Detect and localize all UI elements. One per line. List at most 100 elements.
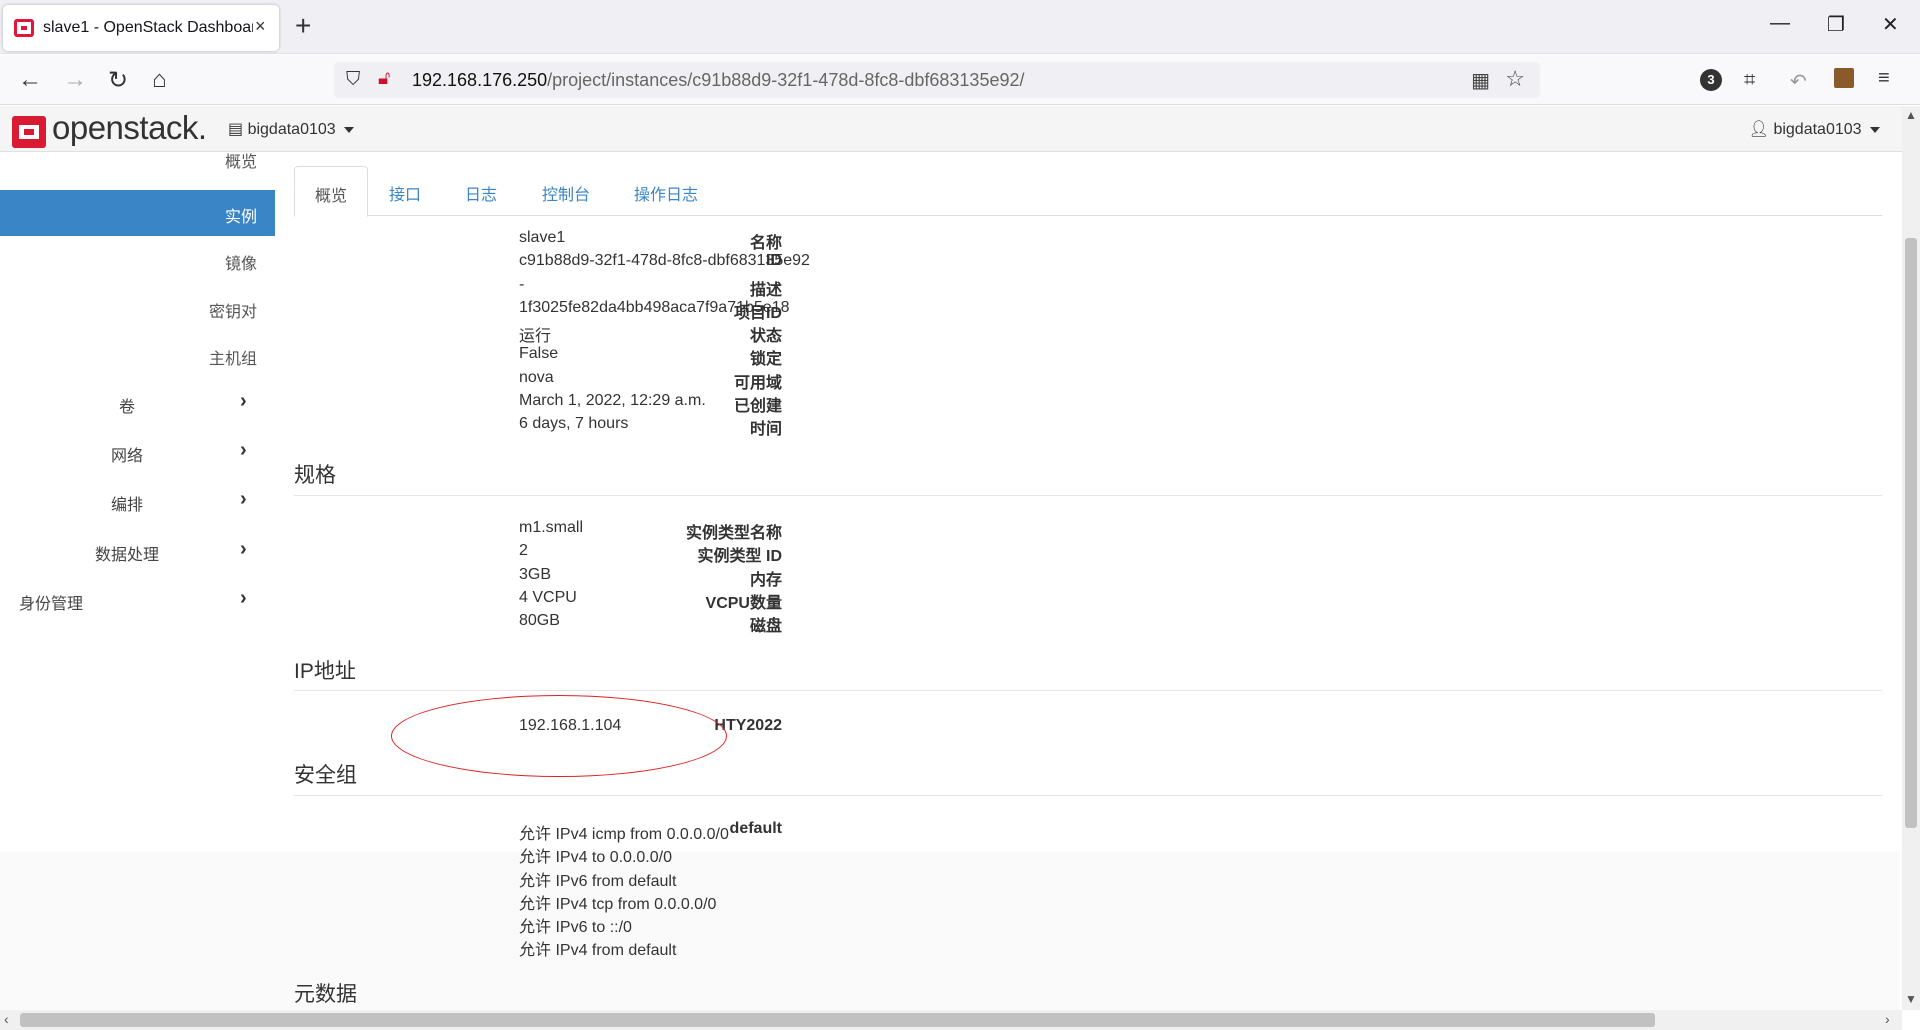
tab-overview[interactable]: 概览 [294,166,369,217]
detail-row: 实例类型名称 m1.small [294,519,1882,542]
reload-icon[interactable]: ↻ [108,66,128,95]
sidebar-group-data-processing[interactable]: 数据处理 › [0,529,275,573]
shield-icon[interactable]: ⛉ [346,69,360,91]
secgroup-rule: 允许 IPv4 icmp from 0.0.0.0/0 [519,826,729,843]
project-icon: ▤ [228,121,244,138]
detail-label: 磁盘 [749,618,782,635]
tab-interfaces[interactable]: 接口 [369,166,441,216]
sidebar-group-orchestration[interactable]: 编排 › [0,479,275,523]
close-window-button[interactable]: ✕ [1882,12,1899,37]
horizontal-scrollbar[interactable]: ‹ › [0,1010,1902,1030]
divider [294,795,1882,796]
sidebar-item-label: 密钥对 [208,304,257,321]
project-selector[interactable]: ▤ bigdata0103 [228,119,355,139]
bookmark-star-icon[interactable]: ☆ [1505,66,1525,92]
sidebar-group-identity[interactable]: 身份管理 › [0,578,275,622]
vertical-scrollbar[interactable]: ▲ ▼ [1902,106,1920,1010]
user-icon: 👤︎ [1748,121,1769,138]
detail-value: c91b88d9-32f1-478d-8fc8-dbf683135e92 [519,252,810,269]
detail-row: 已创建 March 1, 2022, 12:29 a.m. [294,392,1882,415]
new-tab-button[interactable]: + [295,10,311,42]
chevron-right-icon: › [240,488,247,510]
restore-button[interactable]: ❐ [1827,12,1845,37]
detail-row: 锁定 False [294,345,1882,368]
detail-row: 状态 运行 [294,322,1882,345]
detail-row: 内存 3GB [294,566,1882,589]
secgroup-rule: 允许 IPv4 to 0.0.0.0/0 [519,849,672,866]
detail-value: - [519,276,525,293]
home-icon[interactable]: ⌂ [152,66,167,94]
section-title-spec: 规格 [294,464,336,487]
detail-label: 锁定 [749,351,782,368]
detail-value: 运行 [519,328,552,345]
url-text[interactable]: 192.168.176.250/project/instances/c91b88… [412,70,1024,91]
minimize-button[interactable]: — [1770,12,1790,35]
menu-icon[interactable]: ≡ [1878,67,1890,90]
scroll-left-icon[interactable]: ‹ [4,1011,9,1027]
chevron-right-icon: › [240,587,247,609]
sidebar-group-volumes[interactable]: 卷 › [0,381,275,425]
detail-row: 描述 - [294,276,1882,299]
chevron-right-icon: › [240,439,247,461]
sidebar-item-label: 主机组 [208,351,257,368]
section-title-secgroup: 安全组 [294,764,357,787]
scroll-up-icon[interactable]: ▲ [1905,108,1917,122]
sidebar-group-label: 卷 [118,399,135,416]
forward-arrow-icon[interactable]: → [63,66,87,94]
detail-value: 1f3025fe82da4bb498aca7f9a71b5e18 [519,299,790,316]
detail-value: nova [519,369,554,386]
url-path: /project/instances/c91b88d9-32f1-478d-8f… [547,70,1025,90]
tab-log[interactable]: 日志 [445,166,517,216]
tab-action-log[interactable]: 操作日志 [614,166,718,216]
user-menu[interactable]: 👤︎ bigdata0103 [1749,119,1880,139]
sidebar-item-overview[interactable]: 概览 [0,142,275,182]
tab-console[interactable]: 控制台 [522,166,610,216]
back-arrow-icon[interactable]: ← [18,66,42,94]
detail-tabs: 概览 接口 日志 控制台 操作日志 [294,166,1882,217]
qr-code-icon[interactable]: ▦ [1471,68,1490,93]
extension-badge[interactable]: 3 [1700,69,1722,91]
detail-row: 实例类型 ID 2 [294,542,1882,565]
secgroup-row: default 允许 IPv4 icmp from 0.0.0.0/0 [294,820,1882,843]
sidebar-item-instances[interactable]: 实例 [0,190,275,236]
sidebar-group-label: 身份管理 [19,596,84,613]
chevron-right-icon: › [240,538,247,560]
sidebar-group-network[interactable]: 网络 › [0,430,275,474]
insecure-lock-icon[interactable]: 🔓︎ [378,68,390,90]
address-bar[interactable]: ⛉ 🔓︎ 192.168.176.250/project/instances/c… [334,62,1540,98]
scroll-thumb[interactable] [1905,238,1917,828]
secgroup-rule: 允许 IPv4 tcp from 0.0.0.0/0 [519,896,717,913]
close-tab-icon[interactable]: × [255,16,266,37]
scroll-right-icon[interactable]: › [1885,1011,1890,1027]
scroll-thumb[interactable] [20,1013,1655,1027]
undo-icon[interactable]: ↶ [1790,69,1807,94]
main-content: 概览 接口 日志 控制台 操作日志 名称 slave1 ID c91b88d9-32… [294,152,1882,1012]
sidebar-item-label: 概览 [224,154,257,171]
browser-tab[interactable]: slave1 - OpenStack Dashboard × [3,5,279,51]
detail-label: VCPU数量 [705,595,782,612]
secgroup-row: 允许 IPv4 to 0.0.0.0/0 [294,843,1882,866]
divider [294,690,1882,691]
detail-value: March 1, 2022, 12:29 a.m. [519,392,706,409]
detail-label: 实例类型 ID [697,548,782,565]
detail-row: ID c91b88d9-32f1-478d-8fc8-dbf683135e92 [294,252,1882,275]
browser-tab-bar: slave1 - OpenStack Dashboard × + — ❐ ✕ [0,0,1920,54]
scroll-down-icon[interactable]: ▼ [1905,992,1917,1006]
sidebar-item-hostgroups[interactable]: 主机组 [0,332,275,378]
profile-avatar-icon[interactable] [1834,68,1854,88]
sidebar-item-keypairs[interactable]: 密钥对 [0,285,275,331]
detail-value: 2 [519,542,528,559]
sidebar-group-label: 数据处理 [94,547,159,564]
detail-value: 3GB [519,566,552,583]
chevron-right-icon: › [240,390,247,412]
secgroup-row: 允许 IPv4 tcp from 0.0.0.0/0 [294,890,1882,913]
crop-icon[interactable]: ⌗ [1744,69,1755,92]
openstack-favicon-icon [14,19,34,37]
chevron-down-icon [1870,126,1880,133]
detail-label: 实例类型名称 [685,525,782,542]
secgroup-row: 允许 IPv6 from default [294,867,1882,890]
detail-label: 时间 [749,421,782,438]
sidebar-item-images[interactable]: 镜像 [0,237,275,283]
detail-value: slave1 [519,229,566,246]
secgroup-rule: 允许 IPv6 to ::/0 [519,919,632,936]
